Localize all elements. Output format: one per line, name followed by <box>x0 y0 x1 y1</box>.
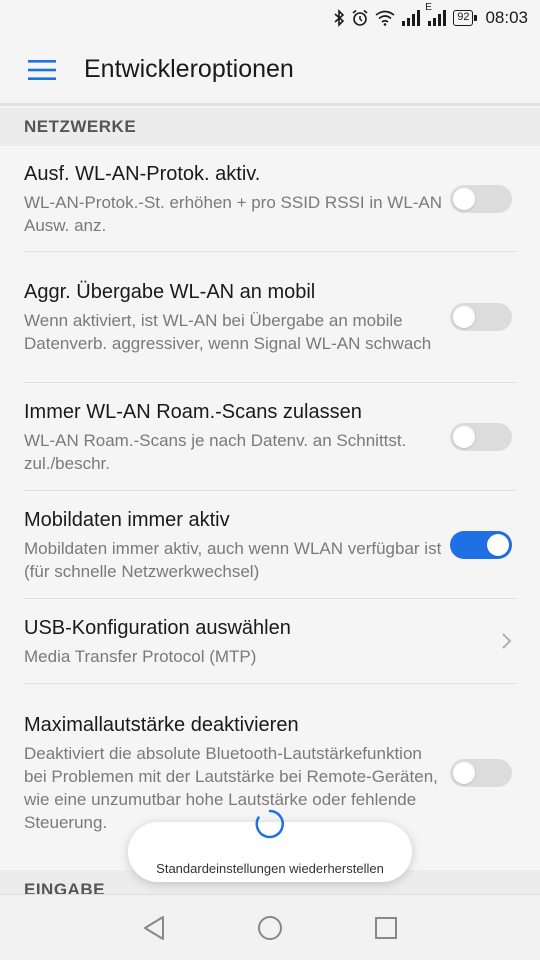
toggle-knob <box>453 425 475 448</box>
network-type-label: E <box>425 2 432 13</box>
setting-mobile-data-always-on[interactable]: Mobildaten immer aktiv Mobildaten immer … <box>24 491 516 599</box>
setting-subtitle: WL-AN-Protok.-St. erhöhen + pro SSID RSS… <box>24 192 443 235</box>
mobile-data-always-on-toggle[interactable] <box>450 530 512 559</box>
setting-title: Aggr. Übergabe WL-AN an mobil <box>24 281 316 303</box>
wifi-roam-scans-toggle[interactable] <box>450 422 512 451</box>
setting-subtitle: Wenn aktiviert, ist WL-AN bei Übergabe a… <box>24 311 432 353</box>
back-triangle-icon <box>144 915 164 940</box>
setting-title: Ausf. WL-AN-Protok. aktiv. <box>24 162 261 185</box>
reset-defaults-toast: Standardeinstellungen wiederherstellen <box>128 809 412 882</box>
signal-icon <box>401 8 421 28</box>
setting-subtitle: WL-AN Roam.-Scans je nach Datenv. an Sch… <box>24 430 407 473</box>
app-bar: Entwickleroptionen <box>0 36 540 106</box>
alarm-icon <box>351 8 369 28</box>
setting-title: USB-Konfiguration auswählen <box>24 616 291 639</box>
toggle-knob <box>487 533 509 556</box>
menu-button[interactable] <box>0 35 84 105</box>
setting-wifi-verbose-logging[interactable]: Ausf. WL-AN-Protok. aktiv. WL-AN-Protok.… <box>24 146 516 252</box>
recents-square-icon <box>375 916 397 939</box>
chevron-right-icon <box>502 633 512 649</box>
loading-spinner-icon <box>255 809 284 839</box>
battery-level: 92 <box>457 11 470 23</box>
home-circle-icon <box>258 915 282 940</box>
back-button[interactable] <box>134 908 174 948</box>
toast-message: Standardeinstellungen wiederherstellen <box>156 861 384 876</box>
bluetooth-icon <box>333 8 345 28</box>
navigation-bar <box>0 894 540 960</box>
status-bar: E 92 08:03 <box>0 0 540 36</box>
page-title: Entwickleroptionen <box>84 55 294 83</box>
setting-aggressive-wifi-handover[interactable]: Aggr. Übergabe WL-AN an mobil Wenn aktiv… <box>24 252 516 383</box>
setting-subtitle: Deaktiviert die absolute Bluetooth-Lauts… <box>24 744 438 832</box>
recents-button[interactable] <box>366 908 406 948</box>
setting-usb-configuration[interactable]: USB-Konfiguration auswählen Media Transf… <box>24 599 516 684</box>
wifi-icon <box>375 8 395 28</box>
signal-e-icon: E <box>425 2 447 28</box>
battery-icon: 92 <box>453 10 478 26</box>
toggle-knob <box>453 306 475 328</box>
setting-title: Mobildaten immer aktiv <box>24 508 230 531</box>
setting-subtitle: Mobildaten immer aktiv, auch wenn WLAN v… <box>24 538 442 581</box>
home-button[interactable] <box>250 908 290 948</box>
section-header-network: NETZWERKE <box>0 108 540 146</box>
setting-wifi-roam-scans[interactable]: Immer WL-AN Roam.-Scans zulassen WL-AN R… <box>24 383 516 491</box>
menu-icon <box>28 59 56 80</box>
section-header-input-label: EINGABE <box>24 880 105 894</box>
aggressive-wifi-handover-toggle[interactable] <box>450 303 512 331</box>
toggle-knob <box>453 762 475 784</box>
setting-subtitle: Media Transfer Protocol (MTP) <box>24 646 257 666</box>
setting-title: Maximallautstärke deaktivieren <box>24 714 299 736</box>
status-time: 08:03 <box>485 8 528 27</box>
wifi-verbose-logging-toggle[interactable] <box>450 184 512 213</box>
settings-list: Ausf. WL-AN-Protok. aktiv. WL-AN-Protok.… <box>0 146 540 862</box>
toggle-knob <box>453 187 475 210</box>
setting-title: Immer WL-AN Roam.-Scans zulassen <box>24 400 362 423</box>
disable-absolute-volume-toggle[interactable] <box>450 759 512 787</box>
